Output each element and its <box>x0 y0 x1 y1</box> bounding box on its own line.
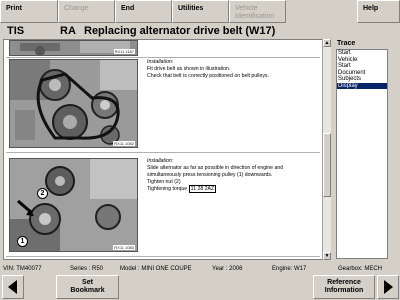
scroll-up-arrow-icon[interactable]: ▲ <box>323 39 331 47</box>
document-content: RX11 1187 RX11 1082 Installation: Fit dr… <box>3 39 323 260</box>
left-arrow-icon <box>8 280 17 294</box>
step-line: simultaneously press tensioning pulley (… <box>147 172 273 178</box>
step-heading: Installation: <box>147 158 174 164</box>
set-bookmark-button[interactable]: Set Bookmark <box>56 275 119 299</box>
step-line: Slide alternator as far as possible in d… <box>147 165 284 171</box>
end-button[interactable]: End <box>115 0 172 23</box>
installation-step-1: Installation: Fit drive belt as shown in… <box>147 59 317 80</box>
step-heading: Installation: <box>147 59 174 65</box>
tis-window: Print Change End Utilities Vehicle Ident… <box>0 0 400 300</box>
reference-info-label-2: Information <box>324 287 364 294</box>
back-button[interactable] <box>2 275 24 299</box>
scroll-down-arrow-icon[interactable]: ▼ <box>323 252 331 260</box>
model-text: Model : MINI ONE COUPE <box>120 266 192 272</box>
step-line: Fit drive belt as shown in illustration. <box>147 66 231 72</box>
engine-photo-belt: RX11 1082 <box>9 59 138 148</box>
right-arrow-icon <box>384 280 393 294</box>
divider <box>6 256 320 257</box>
bottom-bar: Set Bookmark Reference Information <box>0 274 400 300</box>
engine-text: Engine: W17 <box>272 266 307 272</box>
reference-information-button[interactable]: Reference Information <box>313 275 375 299</box>
step-line: Check that belt is correctly positioned … <box>147 73 269 79</box>
torque-label: Tightening torque <box>147 186 188 192</box>
top-toolbar: Print Change End Utilities Vehicle Ident… <box>0 0 400 23</box>
image-caption: RX11 1082 <box>113 141 135 146</box>
vehicle-status-bar: VIN: TM40077 Series : R50 Model : MINI O… <box>0 263 400 274</box>
app-label: TIS <box>7 25 25 37</box>
image-caption: RX11 1187 <box>113 49 135 54</box>
content-scrollbar[interactable]: ▲ ▼ <box>322 39 331 260</box>
forward-button[interactable] <box>377 275 399 299</box>
image-caption: RX11 1083 <box>113 245 135 250</box>
change-button[interactable]: Change <box>58 0 115 23</box>
vin-text: VIN: TM40077 <box>3 266 42 272</box>
series-text: Series : R50 <box>70 266 104 272</box>
help-button[interactable]: Help <box>357 0 400 23</box>
utilities-button[interactable]: Utilities <box>172 0 229 23</box>
title-bar: TIS RA Replacing alternator drive belt (… <box>0 23 400 39</box>
scroll-thumb[interactable] <box>323 133 331 197</box>
engine-photo-tensioner: 2 1 RX11 1083 <box>9 158 138 252</box>
trace-list[interactable]: Start Vehicle Start Document Subjects Di… <box>336 49 388 259</box>
divider <box>6 152 320 153</box>
year-text: Year : 2006 <box>212 266 243 272</box>
document-code: RA <box>60 25 76 37</box>
reference-info-label-1: Reference <box>327 279 361 286</box>
set-bookmark-label-1: Set <box>82 279 93 286</box>
callout-2: 2 <box>37 188 48 199</box>
vehicle-identification-button[interactable]: Vehicle Identification <box>229 0 286 23</box>
engine-photo-top: RX11 1187 <box>9 40 138 56</box>
trace-label: Trace <box>337 40 356 47</box>
torque-line: Tightening torque 11 28 2AZ <box>147 185 321 193</box>
gearbox-text: Gearbox: MECH <box>338 266 383 272</box>
set-bookmark-label-2: Bookmark <box>70 287 105 294</box>
divider <box>6 57 320 58</box>
page-title: Replacing alternator drive belt (W17) <box>84 25 276 37</box>
callout-1: 1 <box>17 236 28 247</box>
step-line: Tighten nut (2) <box>147 179 181 185</box>
trace-item-selected[interactable]: Display <box>337 82 387 89</box>
torque-reference-link[interactable]: 11 28 2AZ <box>188 185 217 193</box>
print-button[interactable]: Print <box>0 0 58 23</box>
installation-step-2: Installation: Slide alternator as far as… <box>147 158 321 193</box>
